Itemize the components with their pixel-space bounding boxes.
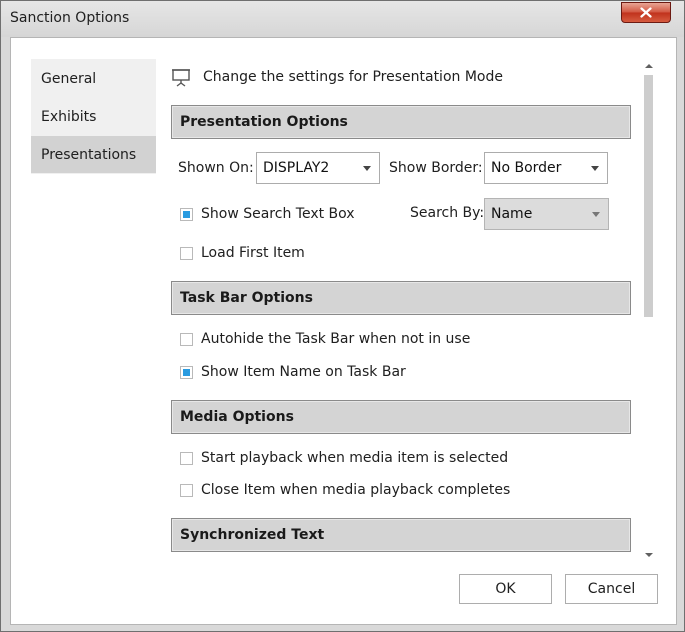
checkbox-label: Autohide the Task Bar when not in use — [201, 331, 471, 347]
arrow-up-icon — [644, 64, 653, 68]
show-border-value: No Border — [491, 160, 562, 176]
search-by-value: Name — [491, 206, 533, 222]
search-by-dropdown[interactable]: Name — [484, 198, 609, 230]
chevron-down-icon — [592, 212, 600, 217]
arrow-down-icon — [644, 553, 653, 557]
scroll-up-button[interactable] — [640, 59, 657, 73]
checkbox-box[interactable] — [180, 365, 193, 379]
section-media-options: Media Options — [171, 400, 631, 434]
panel-header: Change the settings for Presentation Mod… — [171, 66, 503, 88]
ok-button[interactable]: OK — [459, 574, 552, 604]
checkbox-label: Show Search Text Box — [201, 206, 355, 222]
checkbox-label: Close Item when media playback completes — [201, 482, 511, 498]
checkbox-label: Show Item Name on Task Bar — [201, 364, 406, 380]
show-search-text-box-checkbox[interactable]: Show Search Text Box — [180, 204, 355, 224]
shown-on-label: Shown On: — [178, 160, 254, 176]
panel-description: Change the settings for Presentation Mod… — [203, 69, 503, 85]
cancel-button[interactable]: Cancel — [565, 574, 658, 604]
checkbox-box[interactable] — [180, 451, 193, 465]
load-first-item-checkbox[interactable]: Load First Item — [180, 243, 305, 263]
close-button[interactable] — [621, 2, 671, 23]
shown-on-value: DISPLAY2 — [263, 160, 330, 176]
checkbox-box[interactable] — [180, 207, 193, 221]
scroll-down-button[interactable] — [640, 548, 657, 562]
section-presentation-options: Presentation Options — [171, 105, 631, 139]
presentations-settings-panel: Change the settings for Presentation Mod… — [11, 38, 676, 568]
options-dialog: Sanction Options General Exhibits Presen… — [0, 0, 685, 632]
checkbox-box[interactable] — [180, 246, 193, 260]
show-border-label: Show Border: — [389, 160, 483, 176]
search-by-label: Search By: — [410, 205, 485, 221]
window-title: Sanction Options — [10, 10, 130, 26]
show-item-name-checkbox[interactable]: Show Item Name on Task Bar — [180, 362, 406, 382]
vertical-scrollbar[interactable] — [640, 59, 657, 562]
start-playback-checkbox[interactable]: Start playback when media item is select… — [180, 448, 508, 468]
checkbox-box[interactable] — [180, 483, 193, 497]
scrollbar-thumb[interactable] — [644, 75, 653, 317]
dialog-client-area: General Exhibits Presentations Change th… — [10, 37, 677, 625]
section-task-bar-options: Task Bar Options — [171, 281, 631, 315]
section-synchronized-text: Synchronized Text — [171, 518, 631, 552]
close-item-checkbox[interactable]: Close Item when media playback completes — [180, 480, 510, 500]
checkbox-box[interactable] — [180, 332, 193, 346]
shown-on-dropdown[interactable]: DISPLAY2 — [256, 152, 380, 184]
close-icon — [640, 7, 652, 18]
title-bar[interactable]: Sanction Options — [1, 1, 684, 37]
chevron-down-icon — [363, 166, 371, 171]
autohide-task-bar-checkbox[interactable]: Autohide the Task Bar when not in use — [180, 329, 470, 349]
checkbox-label: Load First Item — [201, 245, 305, 261]
chevron-down-icon — [591, 166, 599, 171]
show-border-dropdown[interactable]: No Border — [484, 152, 608, 184]
checkbox-label: Start playback when media item is select… — [201, 450, 509, 466]
presentation-screen-icon — [172, 69, 190, 87]
